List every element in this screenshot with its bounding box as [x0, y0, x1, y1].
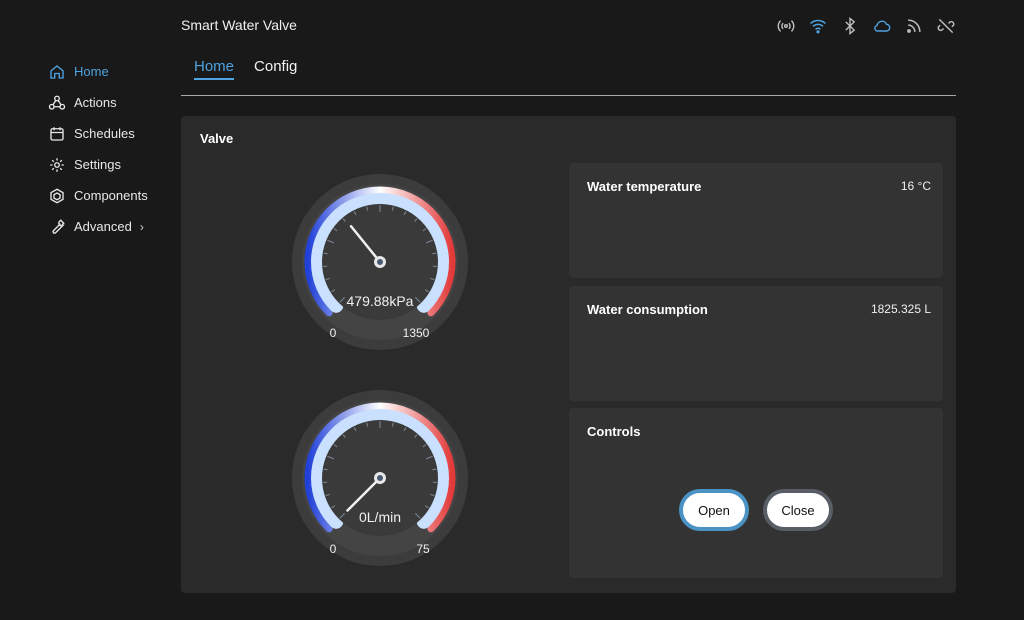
link-off-icon: [936, 15, 956, 37]
sidebar-item-components[interactable]: Components: [48, 180, 168, 211]
panel-title: Water temperature: [587, 179, 702, 194]
components-icon: [48, 187, 66, 205]
sidebar-item-advanced[interactable]: Advanced ›: [48, 211, 168, 242]
sidebar-item-schedules[interactable]: Schedules: [48, 118, 168, 149]
consumption-value: 1825.325 L: [870, 302, 931, 316]
home-icon: [48, 63, 66, 81]
tab-home[interactable]: Home: [194, 58, 235, 80]
water-consumption-panel: Water consumption 1825.325 L: [569, 286, 943, 401]
sidebar-item-label: Schedules: [74, 126, 135, 141]
gauge-tick: [323, 468, 328, 471]
calendar-icon: [48, 125, 66, 143]
close-button[interactable]: Close: [763, 489, 833, 531]
app-title: Smart Water Valve: [181, 17, 297, 33]
gauge-tick: [432, 252, 437, 255]
tab-bar: Home Config: [194, 58, 297, 80]
pressure-gauge: 479.88kPa 0 1350: [292, 174, 468, 350]
gauge-max-label: 75: [416, 542, 430, 556]
flow-gauge: 0L/min 0 75: [292, 390, 468, 566]
water-temperature-panel: Water temperature 16 °C: [569, 163, 943, 278]
wrench-icon: [48, 218, 66, 236]
panel-title: Controls: [587, 424, 641, 439]
sidebar-item-label: Advanced: [74, 219, 132, 234]
sidebar-item-home[interactable]: Home: [48, 56, 168, 87]
gauge-min-label: 0: [330, 542, 337, 556]
sidebar-item-actions[interactable]: Actions: [48, 87, 168, 118]
wifi-icon: [808, 15, 828, 37]
sidebar-item-label: Settings: [74, 157, 121, 172]
actions-icon: [48, 94, 66, 112]
gauge-tick: [323, 252, 328, 255]
flow-gauge-svg: 0L/min 0 75: [292, 390, 468, 566]
chevron-right-icon: ›: [139, 219, 144, 234]
temperature-value: 16 °C: [900, 179, 931, 193]
needle-hub-center: [377, 259, 383, 265]
pressure-gauge-svg: 479.88kPa 0 1350: [292, 174, 468, 350]
radio-signal-icon: [776, 15, 796, 37]
open-button[interactable]: Open: [679, 489, 749, 531]
needle-hub-center: [377, 475, 383, 481]
gear-icon: [48, 156, 66, 174]
gauge-value-label: 479.88kPa: [347, 293, 414, 309]
sidebar-item-label: Home: [74, 64, 109, 79]
rss-icon: [904, 15, 924, 37]
tab-config[interactable]: Config: [254, 58, 297, 80]
bluetooth-icon: [840, 15, 860, 37]
sidebar-item-label: Actions: [74, 95, 117, 110]
gauge-tick: [432, 468, 437, 471]
controls-panel: Controls Open Close: [569, 408, 943, 578]
card-title: Valve: [200, 131, 234, 146]
valve-card: Valve 479.88kPa 0 1350 0L/min 0 75 Water…: [181, 116, 956, 593]
gauge-value-label: 0L/min: [359, 509, 401, 525]
panel-title: Water consumption: [587, 302, 708, 317]
sidebar: Home Actions Schedules Settings Componen…: [48, 56, 168, 242]
sidebar-item-label: Components: [74, 188, 148, 203]
gauge-max-label: 1350: [403, 326, 430, 340]
tab-divider: [181, 95, 956, 96]
status-icons: [776, 15, 956, 37]
gauge-min-label: 0: [330, 326, 337, 340]
cloud-icon: [872, 15, 892, 37]
sidebar-item-settings[interactable]: Settings: [48, 149, 168, 180]
